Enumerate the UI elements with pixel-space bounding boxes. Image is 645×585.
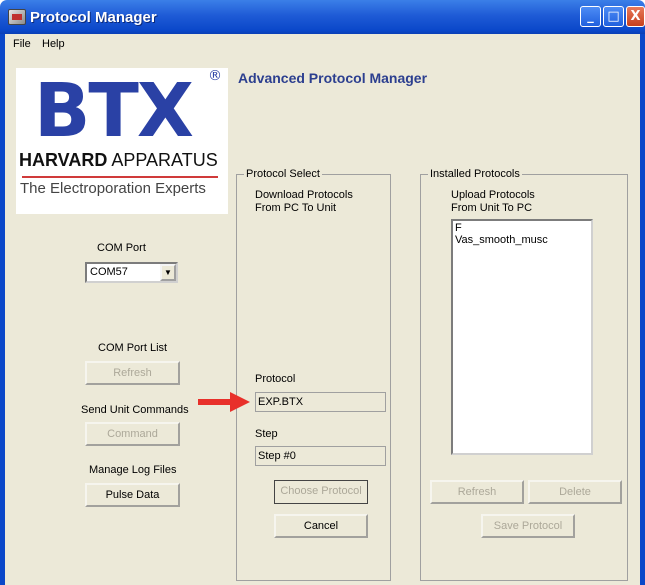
logo-tagline: The Electroporation Experts bbox=[20, 180, 206, 197]
com-port-select[interactable]: COM57 ▼ bbox=[85, 262, 178, 283]
dropdown-arrow-icon[interactable]: ▼ bbox=[160, 264, 176, 281]
menu-file[interactable]: File bbox=[13, 38, 31, 50]
list-item[interactable]: Vas_smooth_musc bbox=[455, 234, 589, 246]
minimize-button[interactable]: _ bbox=[580, 6, 601, 27]
delete-button[interactable]: Delete bbox=[528, 480, 622, 504]
download-description: Download Protocols From PC To Unit bbox=[255, 189, 353, 215]
upload-description-line2: From Unit To PC bbox=[451, 202, 533, 214]
logo-wordmark: BTX bbox=[34, 68, 194, 154]
step-field: Step #0 bbox=[255, 446, 386, 466]
page-heading: Advanced Protocol Manager bbox=[238, 70, 428, 86]
window-border-right bbox=[640, 34, 645, 585]
close-button[interactable]: X bbox=[626, 6, 645, 27]
com-port-value: COM57 bbox=[90, 266, 128, 278]
window-client-area: File Help BTX ® HARVARD APPARATUS The El… bbox=[5, 34, 640, 585]
manage-log-files-label: Manage Log Files bbox=[89, 464, 177, 476]
step-label: Step bbox=[255, 428, 278, 440]
logo-company-rest: APPARATUS bbox=[107, 150, 218, 170]
installed-protocols-title: Installed Protocols bbox=[428, 168, 522, 180]
protocol-select-group: Protocol Select Download Protocols From … bbox=[236, 168, 391, 581]
installed-protocols-list[interactable]: F Vas_smooth_musc bbox=[451, 219, 593, 455]
logo-divider bbox=[22, 176, 218, 178]
com-port-label: COM Port bbox=[97, 242, 146, 254]
logo-company: HARVARD APPARATUS bbox=[19, 150, 218, 171]
command-button[interactable]: Command bbox=[85, 422, 180, 446]
download-description-line1: Download Protocols bbox=[255, 189, 353, 201]
window-title: Protocol Manager bbox=[30, 9, 157, 26]
protocol-select-title: Protocol Select bbox=[244, 168, 322, 180]
red-arrow-icon bbox=[198, 392, 250, 412]
upload-description-line1: Upload Protocols bbox=[451, 189, 535, 201]
list-item[interactable]: F bbox=[455, 222, 589, 234]
save-protocol-button[interactable]: Save Protocol bbox=[481, 514, 575, 538]
protocol-label: Protocol bbox=[255, 373, 296, 385]
send-unit-commands-label: Send Unit Commands bbox=[81, 404, 189, 416]
logo-company-bold: HARVARD bbox=[19, 150, 108, 170]
registered-mark: ® bbox=[208, 68, 222, 84]
download-description-line2: From PC To Unit bbox=[255, 202, 337, 214]
title-bar: Protocol Manager _ □ X bbox=[0, 0, 645, 34]
btx-logo: BTX ® HARVARD APPARATUS The Electroporat… bbox=[16, 68, 228, 214]
menu-help[interactable]: Help bbox=[42, 38, 65, 50]
maximize-button[interactable]: □ bbox=[603, 6, 624, 27]
pulse-data-button[interactable]: Pulse Data bbox=[85, 483, 180, 507]
installed-protocols-group: Installed Protocols Upload Protocols Fro… bbox=[420, 168, 628, 581]
refresh-com-ports-button[interactable]: Refresh bbox=[85, 361, 180, 385]
cancel-button[interactable]: Cancel bbox=[274, 514, 368, 538]
app-icon bbox=[8, 9, 26, 25]
choose-protocol-button[interactable]: Choose Protocol bbox=[274, 480, 368, 504]
com-port-list-label: COM Port List bbox=[98, 342, 168, 354]
upload-description: Upload Protocols From Unit To PC bbox=[451, 189, 535, 215]
refresh-installed-button[interactable]: Refresh bbox=[430, 480, 524, 504]
protocol-field: EXP.BTX bbox=[255, 392, 386, 412]
menu-bar: File Help bbox=[5, 34, 640, 54]
